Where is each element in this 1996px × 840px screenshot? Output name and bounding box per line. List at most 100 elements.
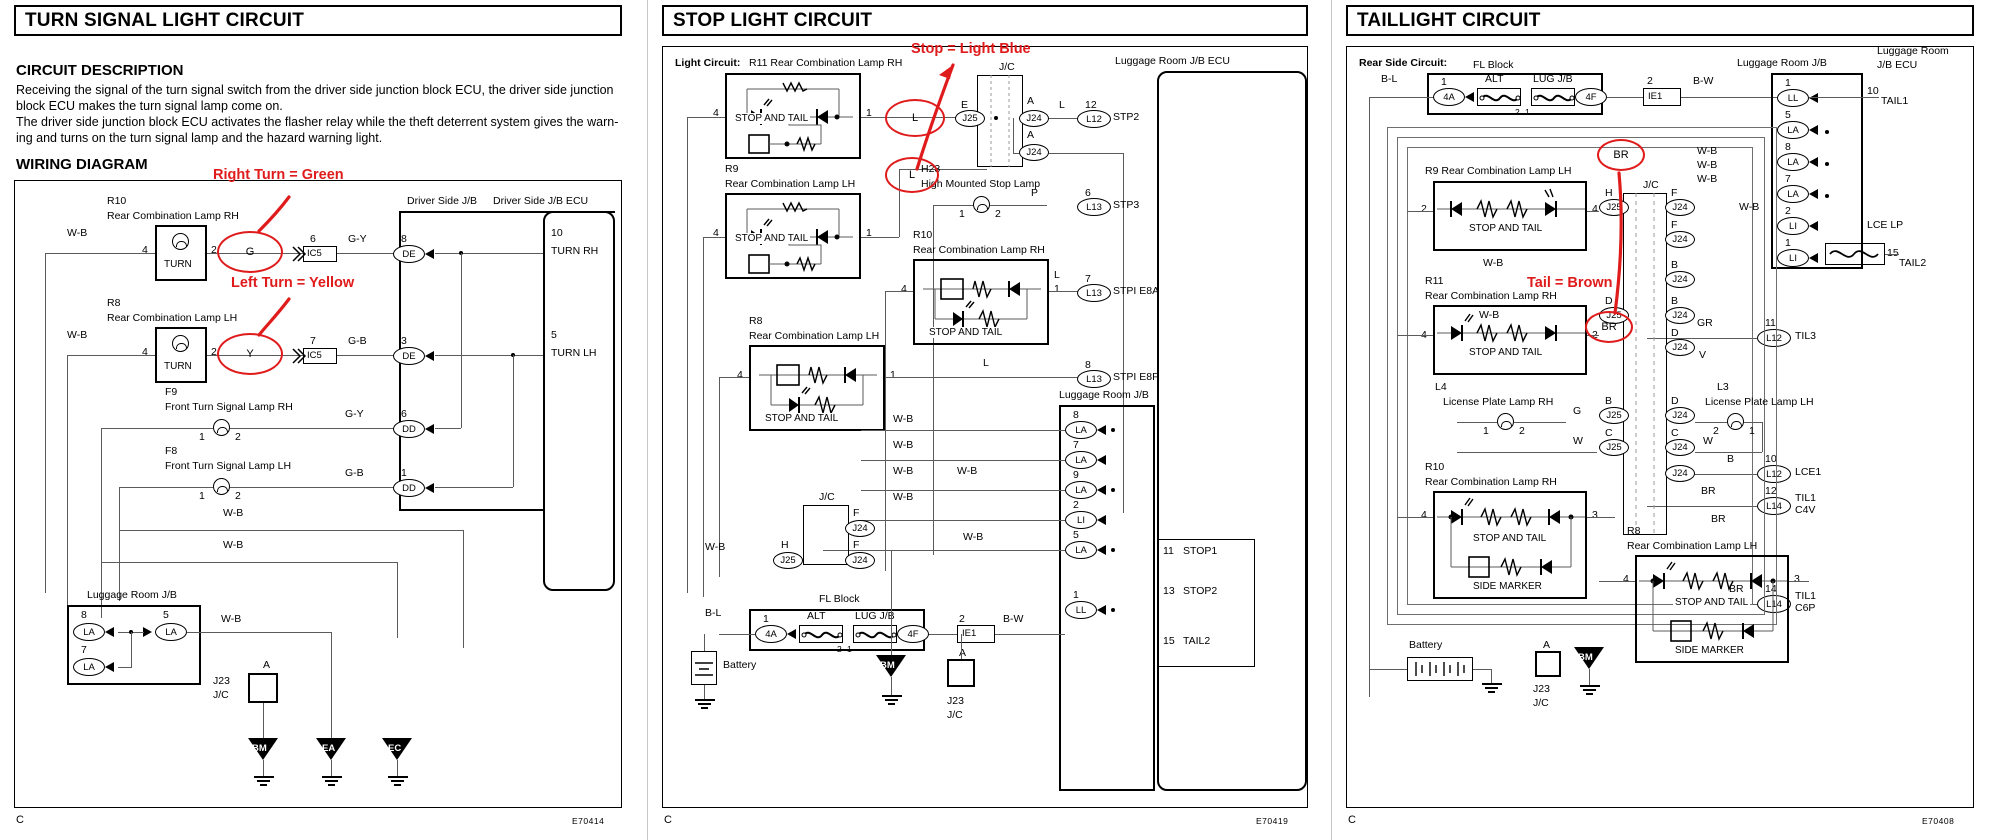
ecu-signal-tail2: TAIL2 — [1183, 635, 1211, 647]
ecu-signal-turn-rh: TURN RH — [551, 245, 599, 257]
connector-tail-li-2: LI — [1777, 217, 1809, 235]
wire-color-wb-5: W-B — [221, 613, 242, 625]
wire-color-wb-2: W-B — [67, 329, 88, 341]
wire-color-wb-s5: W-B — [957, 465, 978, 477]
wire-segment — [1695, 452, 1762, 453]
component-label-r9-tail: R9 Rear Combination Lamp LH — [1425, 165, 1572, 177]
jb-tail-pin-8: 8 — [1785, 141, 1791, 153]
pin-r8-4: 4 — [142, 346, 148, 358]
jb-pin-5: 5 — [1073, 529, 1079, 541]
wire-segment — [187, 632, 331, 633]
connector-l13-stpi-e8a: L13 — [1077, 284, 1111, 302]
wire-segment — [1013, 118, 1014, 153]
lce-lp-label: LCE LP — [1867, 219, 1904, 231]
pin-r8-stop-4: 4 — [737, 369, 743, 381]
annotation-tail-brown: Tail = Brown — [1527, 275, 1613, 291]
ecu-signal-stop2: STOP2 — [1183, 585, 1218, 597]
connector-j24-lower-1: J24 — [845, 520, 875, 537]
connector-label: DD — [402, 482, 416, 494]
ecu-signal-stp3: STP3 — [1113, 199, 1140, 211]
wire-segment — [1695, 422, 1727, 423]
component-ref-r10-stop: R10 — [913, 229, 933, 241]
ecu-pin-15: 15 — [1163, 635, 1175, 647]
connector-de-8: DE — [393, 245, 425, 263]
junction-terminal-a-1: A — [1027, 95, 1035, 107]
ie1-label-stop: IE1 — [962, 628, 977, 639]
terminal-arrow-icon — [143, 627, 152, 637]
pin-r10-4: 4 — [142, 244, 148, 256]
block-name-luggage-room-jb-ecu: Luggage Room J/B ECU — [1115, 55, 1230, 67]
wire-segment — [119, 487, 213, 488]
connector-label: 4F — [1585, 91, 1597, 103]
wire-segment — [885, 291, 886, 571]
fl-pin-1a: 1 — [763, 613, 769, 625]
wire-color-l-3: L — [983, 357, 989, 369]
heading-wiring-diagram: WIRING DIAGRAM — [16, 156, 148, 173]
wire-segment — [929, 634, 957, 635]
connector-tail-la-5: LA — [1777, 121, 1809, 139]
annotation-circle-label: BR — [1613, 149, 1629, 161]
wire-segment — [703, 237, 704, 597]
jc-lower-terminal-f2: F — [853, 539, 860, 551]
wire-segment — [1762, 422, 1763, 452]
connector-la-7: LA — [73, 658, 105, 676]
junction-dot — [1111, 608, 1115, 612]
lamp-inner-label-r11-tail: STOP AND TAIL — [1467, 347, 1545, 358]
wire-segment — [131, 632, 132, 667]
pin-r8-stop-1: 1 — [890, 369, 896, 381]
panel-turn-signal: TURN SIGNAL LIGHT CIRCUIT CIRCUIT DESCRI… — [0, 0, 648, 840]
conn-pin-7: 7 — [81, 644, 87, 656]
fl-tail-item-lug-jb: LUG J/B — [1533, 73, 1573, 85]
connector-4f-stop: 4F — [897, 625, 929, 643]
terminal-arrow-icon — [1809, 253, 1818, 263]
connector-label: 4A — [765, 628, 777, 640]
connector-jb-la-9: LA — [1065, 481, 1097, 499]
pin-f9-1: 1 — [199, 431, 205, 443]
panel-title-text: TURN SIGNAL LIGHT CIRCUIT — [25, 9, 305, 31]
wire-segment — [397, 562, 398, 638]
lamp-inner-label-r8: TURN — [164, 361, 192, 372]
wire-segment — [513, 355, 514, 487]
connector-label: LI — [1077, 514, 1085, 526]
wire-segment — [67, 355, 155, 356]
wire-color-bl-tail: B-L — [1381, 73, 1398, 85]
panel-title-turn-signal: TURN SIGNAL LIGHT CIRCUIT — [14, 5, 622, 36]
ecu-signal-stpi-e8a: STPI E8A — [1113, 285, 1160, 297]
component-name-r10: Rear Combination Lamp RH — [107, 210, 239, 222]
wire-segment — [1013, 153, 1019, 154]
wire-segment — [230, 428, 399, 429]
wire-color-gy-1: G-Y — [348, 233, 367, 245]
component-name-h23: High Mounted Stop Lamp — [921, 178, 1041, 190]
ecu-tail-signal-c4v: C4V — [1795, 504, 1816, 516]
ground-symbol — [387, 776, 408, 788]
wire-segment — [263, 703, 264, 738]
wire-segment — [1607, 97, 1643, 98]
wire-segment — [463, 530, 464, 638]
connector-label: J25 — [962, 113, 978, 124]
lamp-inner-label-r10-tail-bottom: SIDE MARKER — [1471, 581, 1544, 592]
junction-dot — [994, 116, 998, 120]
wire-color-br-3: BR — [1711, 513, 1726, 525]
pin-l3-1: 1 — [1749, 425, 1755, 437]
junction-block-jc-lower — [803, 505, 849, 565]
pin-l4-1: 1 — [1483, 425, 1489, 437]
annotation-circle-l-bottom: L — [885, 157, 939, 193]
jb-pin-1: 1 — [1073, 589, 1079, 601]
bulb-icon-f9 — [213, 419, 230, 436]
jb-pin-2: 2 — [1073, 499, 1079, 511]
corner-mark-c-1: C — [16, 814, 24, 826]
component-name-r11-tail: Rear Combination Lamp RH — [1425, 290, 1557, 302]
terminal-arrow-icon — [105, 627, 114, 637]
pin-h23-2: 2 — [995, 208, 1001, 220]
wire-color-bl: B-L — [705, 607, 722, 619]
component-ref-f8: F8 — [165, 445, 178, 457]
wire-color-g-tail: G — [1573, 405, 1582, 417]
fuse-label-ic5-top: IC5 — [307, 248, 322, 259]
junction-box-j23-tail — [1535, 651, 1561, 677]
block-name-fl-block-stop: FL Block — [819, 593, 860, 605]
pin-f8-1: 1 — [199, 490, 205, 502]
pin-r10-stop-4: 4 — [901, 283, 907, 295]
block-name-driver-side-jb: Driver Side J/B — [407, 195, 478, 207]
wire-color-p: P — [1031, 187, 1039, 199]
lamp-internal-r8-tail — [1639, 561, 1787, 642]
